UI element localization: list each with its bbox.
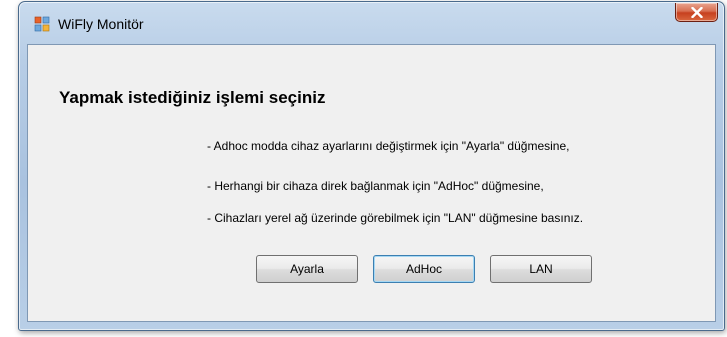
ayarla-button[interactable]: Ayarla	[256, 255, 358, 283]
close-icon	[691, 7, 703, 18]
dialog-window: WiFly Monitör Yapmak istediğiniz işlemi …	[18, 1, 725, 331]
app-window-icon	[34, 16, 50, 32]
close-button[interactable]	[675, 3, 718, 22]
title-bar[interactable]: WiFly Monitör	[19, 2, 724, 44]
adhoc-button[interactable]: AdHoc	[373, 255, 475, 283]
instruction-lan: - Cihazları yerel ağ üzerinde görebilmek…	[207, 211, 584, 225]
instruction-ayarla: - Adhoc modda cihaz ayarlarını değiştirm…	[207, 139, 570, 153]
lan-button[interactable]: LAN	[490, 255, 592, 283]
instruction-adhoc: - Herhangi bir cihaza direk bağlanmak iç…	[207, 179, 544, 193]
dialog-heading: Yapmak istediğiniz işlemi seçiniz	[59, 88, 326, 107]
window-title: WiFly Monitör	[58, 16, 144, 32]
dialog-body: Yapmak istediğiniz işlemi seçiniz - Adho…	[27, 44, 716, 322]
